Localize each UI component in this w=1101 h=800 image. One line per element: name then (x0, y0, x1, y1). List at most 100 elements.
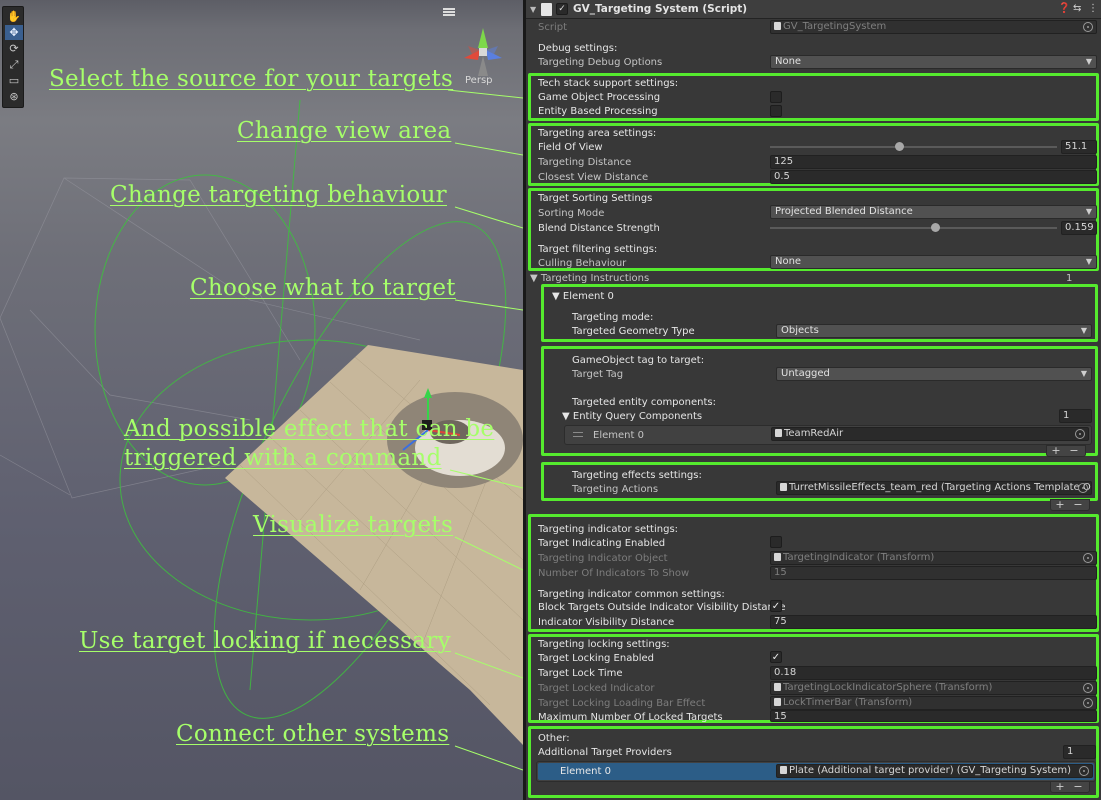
component-title: GV_Targeting System (Script) (573, 3, 748, 15)
query-element-field[interactable]: TeamRedAir (771, 427, 1089, 441)
help-icon[interactable]: ❓ (1058, 3, 1070, 14)
instructions-label: Targeting Instructions (540, 273, 650, 284)
locking-enabled-checkbox[interactable]: ✓ (770, 651, 782, 663)
entity-processing-checkbox[interactable] (770, 105, 782, 117)
fov-field[interactable]: 51.1 (1061, 140, 1097, 154)
fov-slider-knob[interactable] (895, 142, 905, 151)
lock-time-label: Target Lock Time (538, 668, 623, 679)
remove-icon[interactable]: − (1069, 781, 1087, 792)
tag-label: Target Tag (572, 369, 624, 380)
add-icon[interactable]: + (1051, 781, 1069, 792)
drag-handle-icon[interactable] (573, 432, 583, 437)
max-locked-label: Maximum Number Of Locked Targets (538, 712, 723, 723)
blend-label: Blend Distance Strength (538, 223, 660, 234)
geometry-dropdown[interactable]: Objects ▼ (776, 324, 1092, 338)
script-icon (541, 3, 552, 16)
providers-element-field[interactable]: Plate (Additional target provider) (GV_T… (776, 764, 1093, 778)
indicator-object-field: TargetingIndicator (Transform) (770, 551, 1097, 565)
component-enabled-checkbox[interactable]: ✓ (556, 3, 568, 15)
sorting-mode-label: Sorting Mode (538, 208, 605, 219)
locking-header: Targeting locking settings: (538, 639, 670, 650)
script-icon (775, 429, 782, 437)
actions-field[interactable]: TurretMissileEffects_team_red (Targeting… (776, 481, 1092, 495)
object-picker-icon[interactable] (1075, 429, 1085, 439)
area-header: Targeting area settings: (538, 128, 657, 139)
object-picker-icon[interactable] (1079, 766, 1089, 776)
targeting-distance-field[interactable]: 125 (770, 155, 1097, 169)
presets-icon[interactable]: ⇆ (1073, 3, 1081, 14)
instructions-add-remove: + − (1050, 499, 1090, 511)
indicator-header: Targeting indicator settings: (538, 524, 679, 535)
sorting-header: Target Sorting Settings (538, 193, 653, 204)
chevron-down-icon: ▼ (1085, 257, 1092, 266)
blend-field[interactable]: 0.159 (1061, 221, 1097, 235)
go-processing-checkbox[interactable] (770, 91, 782, 103)
locked-indicator-value: TargetingLockIndicatorSphere (Transform) (783, 682, 993, 693)
culling-dropdown[interactable]: None ▼ (770, 255, 1097, 269)
debug-options-dropdown[interactable]: None ▼ (770, 55, 1097, 69)
locked-indicator-label: Target Locked Indicator (538, 683, 655, 694)
object-picker-icon (1083, 553, 1093, 563)
collapse-icon[interactable]: ▼ (530, 5, 536, 14)
remove-icon[interactable]: − (1065, 445, 1083, 456)
indicator-common-header: Targeting indicator common settings: (538, 589, 725, 600)
lock-time-field[interactable]: 0.18 (770, 666, 1097, 680)
actions-value: TurretMissileEffects_team_red (Targeting… (789, 482, 1092, 493)
element-foldout[interactable]: ▼ Element 0 (552, 290, 614, 303)
debug-options-value: None (775, 56, 802, 67)
remove-icon[interactable]: − (1069, 499, 1087, 510)
annotation-effect-line2: triggered with a command (124, 445, 442, 471)
inspector-panel: ▼ ✓ GV_Targeting System (Script) ❓ ⇆ ⋮ S… (526, 0, 1101, 800)
tag-header: GameObject tag to target: (572, 355, 705, 366)
other-header: Other: (538, 733, 570, 744)
transform-icon (774, 698, 781, 706)
debug-header: Debug settings: (538, 43, 618, 54)
transform-icon (774, 553, 781, 561)
indicator-count-field: 15 (770, 566, 1097, 580)
closest-distance-field[interactable]: 0.5 (770, 170, 1097, 184)
fov-slider[interactable] (770, 140, 1057, 154)
query-element-label: Element 0 (593, 430, 644, 441)
scene-view[interactable]: ✋ ✥ ⟳ ⤢ ▭ ⊛ Persp Select the source for … (0, 0, 523, 800)
culling-label: Culling Behaviour (538, 258, 627, 269)
providers-element-label: Element 0 (560, 766, 611, 777)
actions-label: Targeting Actions (572, 484, 659, 495)
sorting-mode-dropdown[interactable]: Projected Blended Distance ▼ (770, 205, 1097, 219)
visibility-distance-label: Indicator Visibility Distance (538, 617, 675, 628)
locking-enabled-label: Target Locking Enabled (538, 653, 654, 664)
blend-slider-knob[interactable] (931, 223, 941, 232)
culling-value: None (775, 256, 802, 267)
indicator-enabled-label: Target Indicating Enabled (538, 538, 666, 549)
blend-slider[interactable] (770, 221, 1057, 235)
template-icon (780, 483, 787, 491)
script-field: GV_TargetingSystem (770, 20, 1097, 34)
indicator-object-value: TargetingIndicator (Transform) (783, 552, 935, 563)
annotation-what: Choose what to target (190, 275, 456, 301)
block-targets-checkbox[interactable]: ✓ (770, 600, 782, 612)
script-value: GV_TargetingSystem (783, 21, 887, 32)
indicator-enabled-checkbox[interactable] (770, 536, 782, 548)
tech-header: Tech stack support settings: (538, 78, 679, 89)
chevron-down-icon: ▼ (1085, 57, 1092, 66)
chevron-down-icon: ▼ (1080, 369, 1087, 378)
object-picker-icon[interactable] (1078, 483, 1088, 493)
more-options-icon[interactable]: ⋮ (1088, 3, 1098, 14)
providers-element-value: Plate (Additional target provider) (GV_T… (789, 765, 1072, 776)
add-icon[interactable]: + (1047, 445, 1065, 456)
add-icon[interactable]: + (1051, 499, 1069, 510)
transform-icon (774, 683, 781, 691)
query-count-field[interactable]: 1 (1059, 409, 1092, 423)
fov-slider-track (770, 146, 1057, 148)
providers-count-field[interactable]: 1 (1063, 745, 1096, 759)
component-header[interactable]: ▼ ✓ GV_Targeting System (Script) ❓ ⇆ ⋮ (526, 0, 1101, 19)
loading-bar-field: LockTimerBar (Transform) (770, 696, 1097, 710)
query-add-remove: + − (1046, 445, 1086, 457)
query-element-value: TeamRedAir (784, 428, 844, 439)
entity-processing-label: Entity Based Processing (538, 106, 658, 117)
max-locked-field[interactable]: 15 (770, 710, 1097, 722)
visibility-distance-field[interactable]: 75 (770, 615, 1097, 629)
loading-bar-label: Target Locking Loading Bar Effect (538, 698, 706, 709)
query-foldout[interactable]: ▼ Entity Query Components (562, 410, 702, 423)
loading-bar-value: LockTimerBar (Transform) (783, 697, 913, 708)
tag-dropdown[interactable]: Untagged ▼ (776, 367, 1092, 381)
